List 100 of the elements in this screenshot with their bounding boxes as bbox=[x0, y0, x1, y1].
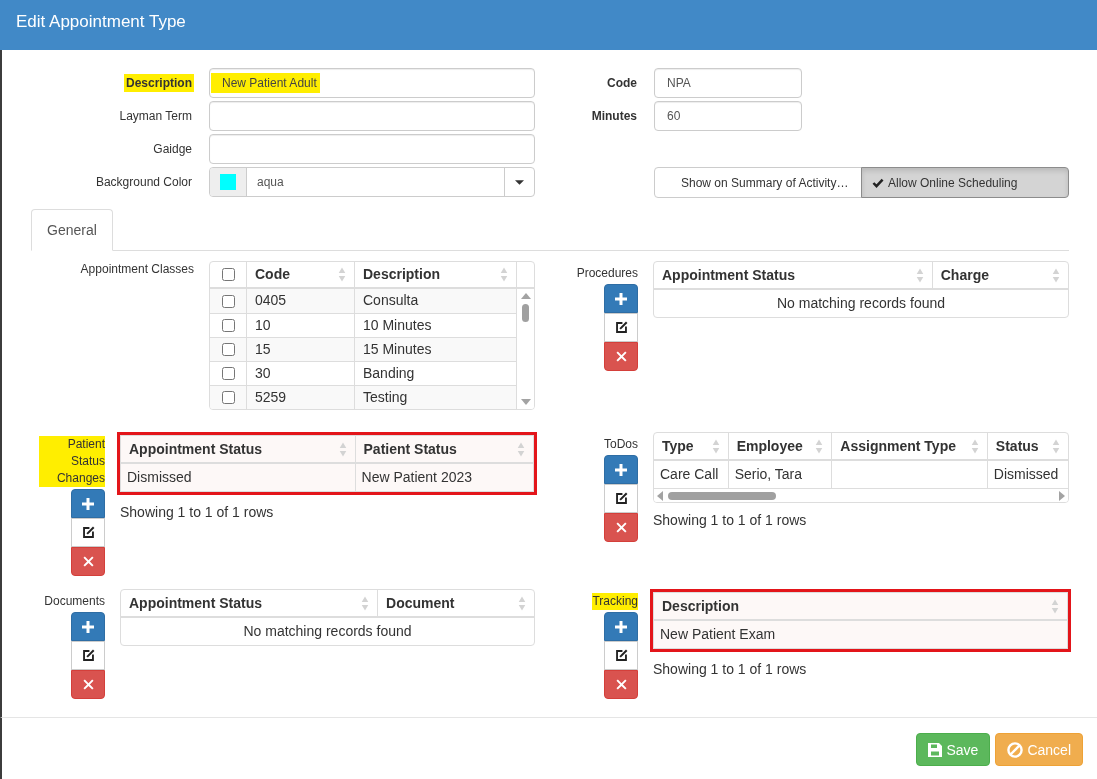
edit-button[interactable] bbox=[604, 313, 638, 342]
sort-icon bbox=[1052, 439, 1060, 454]
ban-icon bbox=[1007, 741, 1024, 758]
table-cell: New Patient 2023 bbox=[355, 463, 533, 491]
row-checkbox[interactable] bbox=[221, 294, 235, 308]
toggle-button[interactable]: Allow Online Scheduling bbox=[861, 167, 1069, 198]
section-label: ToDos bbox=[604, 436, 638, 453]
edit-button[interactable] bbox=[71, 641, 105, 670]
toggle-button[interactable]: Show on Summary of Activity… bbox=[654, 167, 862, 198]
empty-message: No matching records found bbox=[121, 617, 534, 645]
plus-icon bbox=[615, 620, 627, 633]
column-header[interactable]: Employee bbox=[728, 433, 832, 460]
x-icon bbox=[615, 679, 627, 690]
column-header[interactable]: Patient Status bbox=[355, 436, 533, 463]
pagination-info: Showing 1 to 1 of 1 rows bbox=[120, 504, 275, 521]
column-header[interactable]: Document bbox=[377, 590, 534, 617]
add-button[interactable] bbox=[604, 284, 638, 313]
pencil-square-icon bbox=[81, 526, 95, 539]
sort-icon bbox=[338, 442, 347, 457]
add-button[interactable] bbox=[604, 455, 638, 484]
field-label: Code bbox=[606, 75, 638, 92]
row-checkbox[interactable] bbox=[221, 391, 235, 404]
column-header[interactable]: Type bbox=[654, 433, 729, 460]
x-icon bbox=[82, 556, 94, 567]
delete-button[interactable] bbox=[71, 547, 105, 576]
pencil-square-icon bbox=[81, 649, 95, 662]
add-button[interactable] bbox=[71, 612, 105, 641]
column-header[interactable]: Description bbox=[654, 593, 1067, 620]
section-label: Patient Status Changes bbox=[39, 436, 105, 487]
sort-icon bbox=[518, 596, 526, 611]
column-header[interactable]: Charge bbox=[932, 262, 1068, 289]
edit-button[interactable] bbox=[604, 484, 638, 513]
check-icon bbox=[872, 177, 884, 188]
plus-icon bbox=[615, 292, 627, 305]
tab[interactable]: General bbox=[31, 209, 113, 251]
section-label: Appointment Classes bbox=[80, 261, 194, 278]
table-cell: 0405 bbox=[246, 289, 354, 313]
pagination-info: Showing 1 to 1 of 1 rows bbox=[653, 661, 808, 678]
add-button[interactable] bbox=[71, 489, 105, 518]
delete-button[interactable] bbox=[604, 342, 638, 371]
sort-icon bbox=[815, 439, 824, 454]
table-cell: New Patient Exam bbox=[654, 620, 1067, 648]
text-field[interactable] bbox=[209, 101, 535, 131]
text-field[interactable] bbox=[209, 134, 535, 164]
empty-message: No matching records found bbox=[654, 289, 1068, 317]
column-header[interactable]: Appointment Status bbox=[121, 436, 355, 463]
sort-icon bbox=[915, 268, 924, 283]
sort-icon bbox=[970, 439, 979, 454]
field-label: Description bbox=[124, 74, 194, 92]
text-field[interactable]: NPA bbox=[654, 68, 802, 98]
column-header[interactable]: Appointment Status bbox=[654, 262, 933, 289]
pagination-info: Showing 1 to 1 of 1 rows bbox=[653, 512, 808, 529]
sort-icon bbox=[1052, 268, 1060, 283]
sort-icon bbox=[711, 439, 720, 454]
caret-icon bbox=[515, 179, 524, 185]
plus-icon bbox=[82, 620, 94, 633]
column-header[interactable]: Code bbox=[246, 262, 354, 287]
row-checkbox[interactable] bbox=[221, 343, 235, 356]
column-header[interactable]: Description bbox=[354, 262, 516, 287]
text-field[interactable]: New Patient Adult bbox=[209, 68, 535, 98]
sort-icon bbox=[517, 442, 525, 457]
table-cell: 15 bbox=[246, 338, 354, 361]
table-cell: Dismissed bbox=[121, 463, 355, 491]
sort-icon bbox=[1051, 599, 1059, 614]
add-button[interactable] bbox=[604, 612, 638, 641]
horizontal-scrollbar[interactable] bbox=[654, 488, 1068, 502]
delete-button[interactable] bbox=[604, 670, 638, 699]
section-label: Procedures bbox=[576, 265, 638, 282]
sort-icon bbox=[500, 267, 508, 282]
pencil-square-icon bbox=[614, 492, 628, 505]
edit-button[interactable] bbox=[604, 641, 638, 670]
column-header[interactable]: Status bbox=[987, 433, 1068, 460]
field-label: Background Color bbox=[94, 174, 193, 191]
text-field[interactable]: 60 bbox=[654, 101, 802, 131]
dialog-title: Edit Appointment Type bbox=[16, 12, 186, 32]
section-label: Documents bbox=[44, 593, 105, 610]
row-checkbox[interactable] bbox=[221, 367, 235, 380]
delete-button[interactable] bbox=[71, 670, 105, 699]
x-icon bbox=[615, 522, 627, 533]
edit-button[interactable] bbox=[71, 518, 105, 547]
field-label: Minutes bbox=[590, 108, 638, 125]
column-header[interactable]: Appointment Status bbox=[121, 590, 378, 617]
vertical-scrollbar[interactable] bbox=[516, 289, 534, 409]
sort-icon bbox=[338, 267, 346, 282]
pencil-square-icon bbox=[614, 321, 628, 334]
plus-icon bbox=[615, 463, 627, 476]
section-label: Tracking bbox=[592, 593, 638, 610]
sort-icon bbox=[361, 596, 369, 611]
column-header[interactable]: Assignment Type bbox=[831, 433, 988, 460]
field-label: Layman Term bbox=[118, 108, 193, 125]
select-all-checkbox[interactable] bbox=[221, 268, 235, 281]
color-select[interactable]: aqua bbox=[209, 167, 535, 197]
pencil-square-icon bbox=[614, 649, 628, 662]
table-cell: 5259 bbox=[246, 386, 354, 409]
row-checkbox[interactable] bbox=[221, 319, 235, 332]
field-label: Gaidge bbox=[152, 141, 193, 158]
x-icon bbox=[615, 351, 627, 362]
plus-icon bbox=[82, 497, 94, 510]
x-icon bbox=[82, 679, 94, 690]
delete-button[interactable] bbox=[604, 513, 638, 542]
